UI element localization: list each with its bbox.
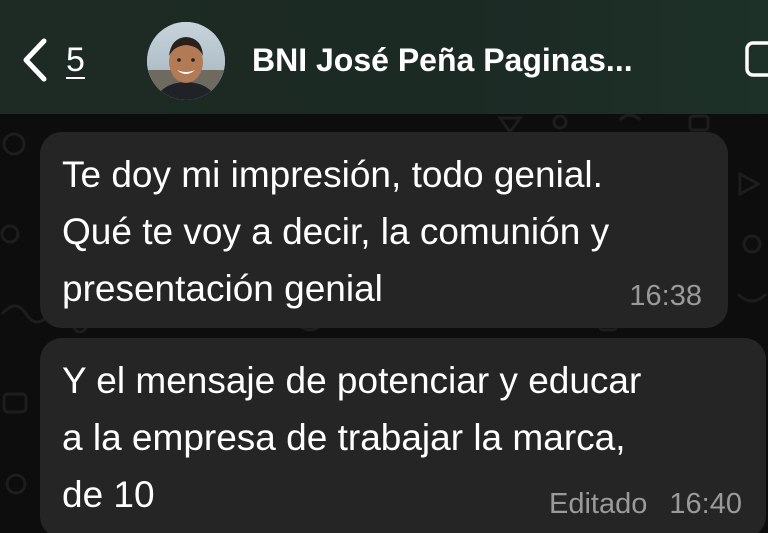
video-call-button[interactable] [744, 40, 768, 78]
chat-screen: 5 BNI José Peña Paginas... Te doy mi imp… [0, 0, 768, 533]
message-meta: Editado 16:40 [549, 488, 742, 521]
video-call-icon [744, 41, 768, 82]
message-line: Te doy mi impresión, todo genial. [62, 154, 603, 195]
message-time: 16:40 [669, 488, 742, 520]
chevron-left-icon [22, 37, 48, 83]
chat-header: 5 BNI José Peña Paginas... [0, 0, 768, 115]
message-line: Y el mensaje de potenciar y educar [62, 360, 642, 401]
message-text: Te doy mi impresión, todo genial. Qué te… [62, 146, 609, 317]
message-meta: 16:38 [629, 280, 702, 313]
message-line: Qué te voy a decir, la comunión y [62, 211, 610, 252]
message-list[interactable]: Te doy mi impresión, todo genial. Qué te… [0, 114, 768, 533]
back-button[interactable]: 5 [22, 30, 122, 90]
message-time: 16:38 [629, 280, 702, 312]
chat-title[interactable]: BNI José Peña Paginas... [252, 42, 633, 79]
message-line: a la empresa de trabajar la marca, [62, 417, 626, 458]
message-line: presentación genial [62, 268, 383, 309]
unread-count: 5 [66, 40, 85, 79]
edited-label: Editado [549, 488, 648, 520]
message-bubble[interactable]: Y el mensaje de potenciar y educar a la … [40, 338, 766, 533]
contact-avatar[interactable] [147, 22, 225, 100]
message-bubble[interactable]: Te doy mi impresión, todo genial. Qué te… [40, 132, 728, 328]
